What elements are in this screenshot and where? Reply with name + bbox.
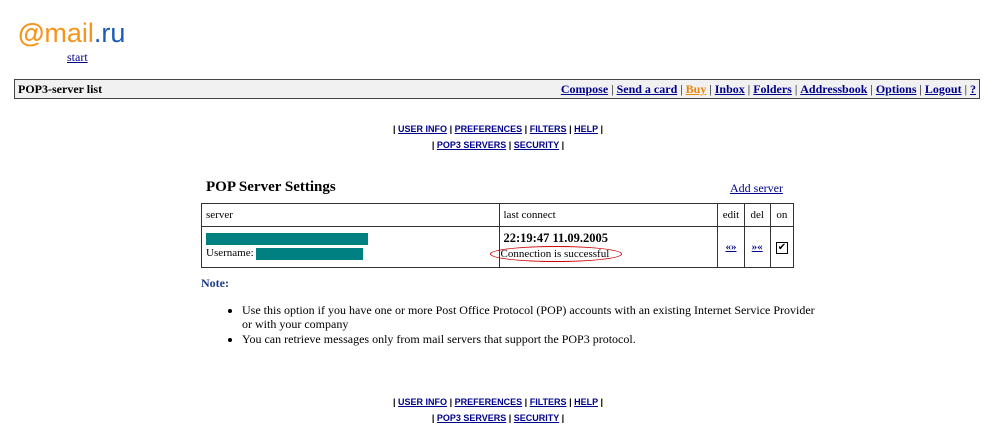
edit-server-icon[interactable]: «» [725, 241, 736, 253]
top-bar: POP3-server list Compose | Send a card | Buy… [14, 79, 980, 99]
on-cell: ✔ [769, 226, 795, 268]
col-edit: edit [717, 203, 745, 227]
connection-status: Connection is successful [489, 246, 623, 262]
logo-name: mail [44, 18, 94, 48]
col-last-connect: last connect [498, 203, 719, 227]
edit-cell: «» [717, 226, 745, 268]
note-label: Note: [201, 276, 229, 290]
settings-nav-row: | POP3 SERVERS | SECURITY | [431, 140, 565, 150]
note-list: Use this option if you have one or more … [202, 303, 822, 347]
page-title: POP3-server list [18, 81, 103, 96]
table-row: Username: 22:19:47 11.09.2005 Connection… [201, 226, 795, 268]
settings-nav-top: | USER INFO | PREFERENCES | FILTERS | HE… [0, 121, 996, 153]
nav-folders[interactable]: Folders [753, 82, 792, 96]
nav-compose[interactable]: Compose [561, 82, 608, 96]
subnav-pop3-servers[interactable]: POP3 SERVERS [437, 140, 506, 150]
list-item: Use this option if you have one or more … [242, 303, 822, 331]
last-connect-cell: 22:19:47 11.09.2005 Connection is succes… [489, 226, 719, 268]
settings-nav-row: | USER INFO | PREFERENCES | FILTERS | HE… [393, 397, 603, 407]
table-header-row: server last connect edit del on [201, 203, 795, 227]
subnav-preferences[interactable]: PREFERENCES [455, 124, 523, 134]
subnav-help[interactable]: HELP [574, 397, 598, 407]
pop-settings-title: POP Server Settings [206, 179, 336, 195]
subnav-user-info[interactable]: USER INFO [398, 397, 447, 407]
nav-send-card[interactable]: Send a card [617, 82, 678, 96]
settings-nav-bottom: | USER INFO | PREFERENCES | FILTERS | HE… [0, 394, 996, 426]
server-cell: Username: [201, 226, 500, 268]
settings-nav-row: | USER INFO | PREFERENCES | FILTERS | HE… [393, 124, 603, 134]
add-server-link[interactable]: Add server [730, 181, 783, 196]
nav-options[interactable]: Options [876, 82, 917, 96]
start-link[interactable]: start [67, 50, 88, 65]
col-on: on [769, 203, 795, 227]
logo-suffix: .ru [93, 18, 126, 48]
nav-logout[interactable]: Logout [925, 82, 962, 96]
top-nav: Compose | Send a card | Buy | Inbox | Folders | Ad… [560, 81, 976, 96]
on-checkbox[interactable]: ✔ [775, 241, 788, 254]
del-cell: »« [743, 226, 771, 268]
subnav-security[interactable]: SECURITY [514, 413, 559, 423]
col-server: server [201, 203, 500, 227]
redacted-username [256, 247, 364, 260]
delete-server-icon[interactable]: »« [752, 241, 763, 253]
pop-server-table: server last connect edit del on Username… [201, 203, 795, 268]
nav-inbox[interactable]: Inbox [715, 82, 745, 96]
settings-nav-row: | POP3 SERVERS | SECURITY | [431, 413, 565, 423]
subnav-security[interactable]: SECURITY [514, 140, 559, 150]
username-label: Username: [206, 247, 254, 260]
logo-at: @ [18, 18, 45, 48]
subnav-filters[interactable]: FILTERS [530, 397, 567, 407]
subnav-pop3-servers[interactable]: POP3 SERVERS [437, 413, 506, 423]
subnav-user-info[interactable]: USER INFO [398, 124, 447, 134]
redacted-server-name [206, 233, 368, 246]
list-item: You can retrieve messages only from mail… [242, 332, 822, 346]
nav-addressbook[interactable]: Addressbook [800, 82, 867, 96]
subnav-filters[interactable]: FILTERS [530, 124, 567, 134]
last-connect-time: 22:19:47 11.09.2005 [503, 231, 609, 245]
nav-help[interactable]: ? [970, 82, 976, 96]
nav-buy[interactable]: Buy [686, 82, 707, 96]
subnav-preferences[interactable]: PREFERENCES [455, 397, 523, 407]
subnav-help[interactable]: HELP [574, 124, 598, 134]
col-del: del [743, 203, 771, 227]
mailru-logo[interactable]: @mail.ru [18, 18, 125, 48]
